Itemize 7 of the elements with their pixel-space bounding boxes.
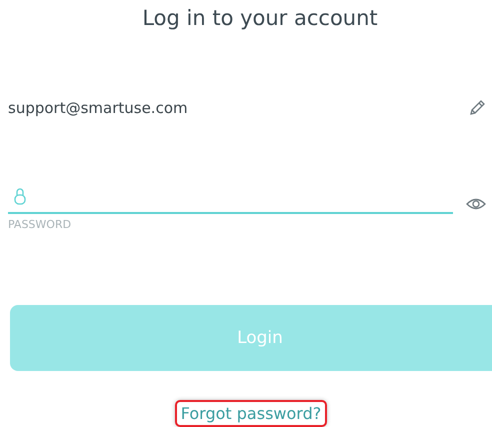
pencil-icon[interactable] [468,99,486,117]
eye-icon[interactable] [466,197,486,211]
forgot-password-link[interactable]: Forgot password? [174,400,328,427]
page-title: Log in to your account [142,5,378,32]
email-field[interactable]: support@smartuse.com [8,99,468,117]
padlock-icon [14,187,26,205]
password-label: PASSWORD [8,218,72,231]
